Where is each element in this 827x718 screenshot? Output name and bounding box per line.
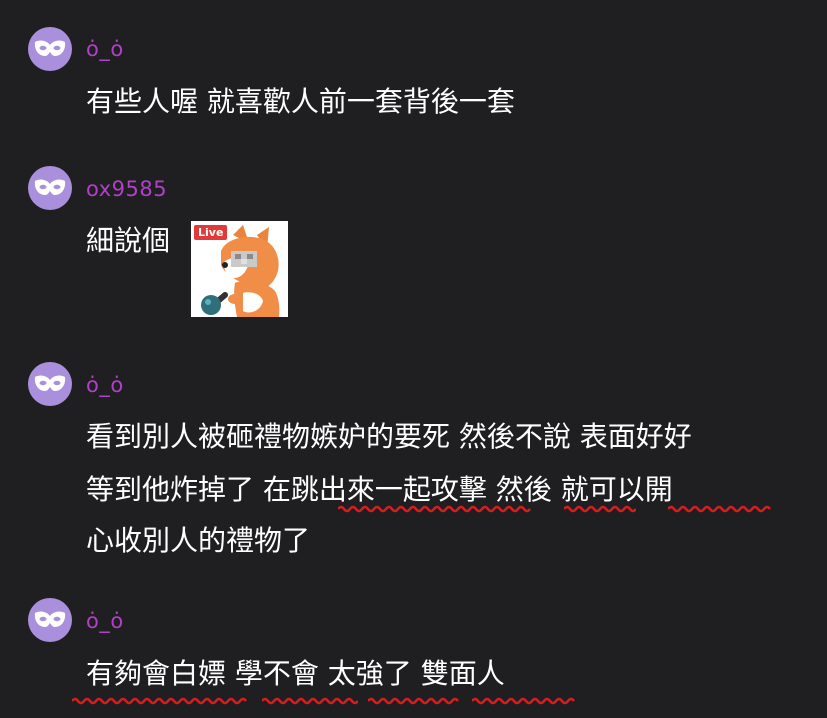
avatar[interactable] bbox=[28, 27, 72, 71]
fox-microphone-sticker: Live bbox=[191, 221, 288, 317]
spellcheck-underline bbox=[338, 505, 531, 513]
spellcheck-underline bbox=[368, 697, 459, 705]
spellcheck-underline bbox=[72, 697, 247, 705]
mask-icon bbox=[34, 375, 66, 391]
message-text: 看到別人被砸禮物嫉妒的要死 然後不說 表面好好 bbox=[86, 420, 692, 453]
mask-icon bbox=[34, 179, 66, 195]
mask-icon bbox=[34, 40, 66, 56]
spellcheck-underline bbox=[564, 505, 636, 513]
avatar[interactable] bbox=[28, 598, 72, 642]
spellcheck-underline bbox=[472, 697, 575, 705]
spellcheck-underline bbox=[262, 697, 358, 705]
avatar[interactable] bbox=[28, 166, 72, 210]
fox-icon bbox=[201, 225, 280, 317]
message-text: 等到他炸掉了 在跳出來一起攻擊 然後 就可以開 bbox=[86, 473, 673, 506]
message-text: 細說個 bbox=[86, 224, 171, 257]
message-text: 有夠會白嫖 學不會 太強了 雙面人 bbox=[86, 657, 505, 690]
spellcheck-underline bbox=[668, 505, 771, 513]
mask-icon bbox=[34, 611, 66, 627]
chat-message: ȯ_ȯ 有些人喔 就喜歡人前一套背後一套 bbox=[0, 0, 827, 140]
username[interactable]: ȯ_ȯ bbox=[86, 608, 124, 634]
username[interactable]: ȯ_ȯ bbox=[86, 36, 124, 62]
avatar[interactable] bbox=[28, 362, 72, 406]
message-text: 心收別人的禮物了 bbox=[86, 524, 311, 557]
message-text: 有些人喔 就喜歡人前一套背後一套 bbox=[86, 85, 515, 118]
username[interactable]: ȯ_ȯ bbox=[86, 372, 124, 398]
username[interactable]: ox9585 bbox=[86, 176, 167, 202]
